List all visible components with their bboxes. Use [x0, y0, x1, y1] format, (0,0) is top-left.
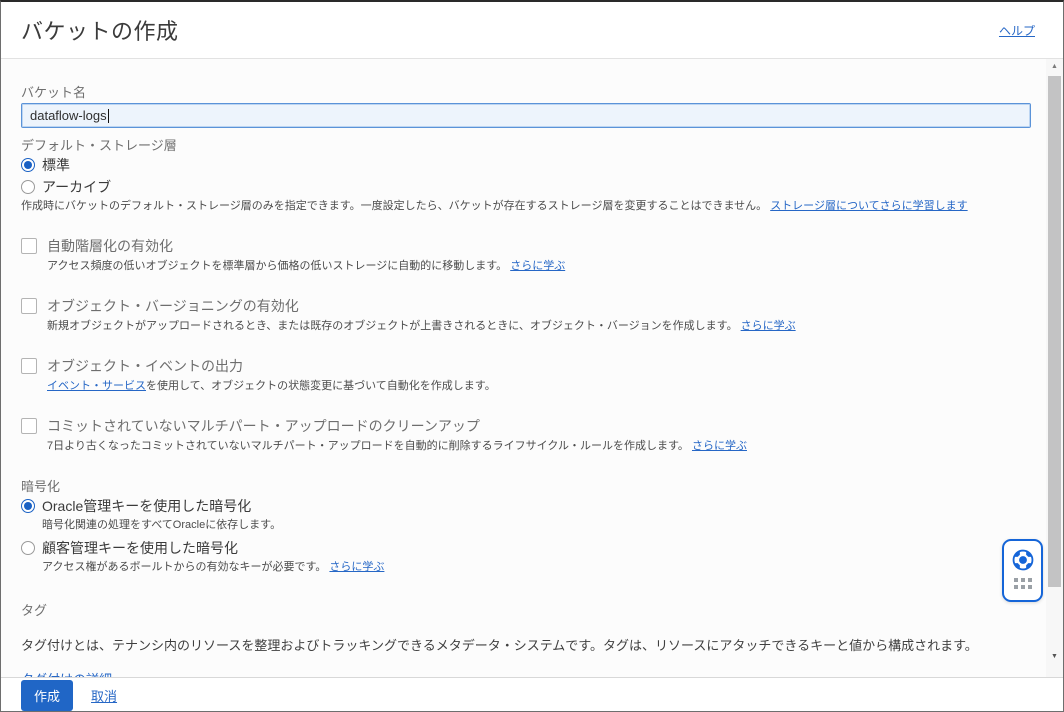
dialog-footer: 作成 取消	[1, 678, 1063, 712]
radio-unselected-icon	[21, 180, 35, 194]
customer-managed-keys-description-text: アクセス権があるボールトからの有効なキーが必要です。	[42, 561, 326, 573]
object-events-description-text: を使用して、オブジェクトの状態変更に基づいて自動化を作成します。	[146, 380, 496, 392]
auto-tiering-label: 自動階層化の有効化	[47, 236, 173, 256]
radio-standard-label: 標準	[42, 155, 70, 175]
checkbox-icon[interactable]	[21, 298, 37, 314]
tags-description: タグ付けとは、テナンシ内のリソースを整理およびトラッキングできるメタデータ・シス…	[21, 635, 1015, 654]
cancel-link[interactable]: 取消	[91, 686, 117, 705]
object-events-label: オブジェクト・イベントの出力	[47, 356, 243, 376]
radio-archive-tier[interactable]: アーカイブ	[21, 177, 1015, 197]
oracle-managed-keys-label: Oracle管理キーを使用した暗号化	[42, 496, 251, 516]
versioning-learn-link[interactable]: さらに学ぶ	[741, 320, 796, 332]
events-service-link[interactable]: イベント・サービス	[47, 380, 146, 392]
versioning-description-text: 新規オブジェクトがアップロードされるとき、または既存のオブジェクトが上書きされる…	[47, 320, 738, 332]
radio-customer-managed-keys[interactable]: 顧客管理キーを使用した暗号化	[21, 538, 1015, 558]
storage-tier-description: 作成時にバケットのデフォルト・ストレージ層のみを指定できます。一度設定したら、バ…	[21, 199, 1015, 213]
object-events-description: イベント・サービスを使用して、オブジェクトの状態変更に基づいて自動化を作成します…	[47, 379, 1015, 393]
auto-tiering-learn-link[interactable]: さらに学ぶ	[510, 260, 565, 272]
auto-tiering-checkbox-row[interactable]: 自動階層化の有効化	[21, 236, 1015, 256]
multipart-cleanup-group: コミットされていないマルチパート・アップロードのクリーンアップ 7日より古くなっ…	[21, 416, 1015, 453]
radio-oracle-managed-keys[interactable]: Oracle管理キーを使用した暗号化	[21, 496, 1015, 516]
customer-managed-keys-description: アクセス権があるボールトからの有効なキーが必要です。 さらに学ぶ	[42, 560, 1015, 574]
radio-selected-icon	[21, 158, 35, 172]
customer-managed-keys-label: 顧客管理キーを使用した暗号化	[42, 538, 238, 558]
tags-section-label: タグ	[21, 600, 1015, 619]
text-caret	[108, 109, 109, 123]
bucket-name-input[interactable]: dataflow-logs	[21, 103, 1031, 128]
bucket-name-label: バケット名	[21, 85, 1015, 100]
bucket-name-value: dataflow-logs	[30, 108, 107, 123]
storage-tier-description-text: 作成時にバケットのデフォルト・ストレージ層のみを指定できます。一度設定したら、バ…	[21, 200, 767, 212]
checkbox-icon[interactable]	[21, 238, 37, 254]
scrollbar-thumb[interactable]	[1048, 76, 1061, 587]
auto-tiering-description: アクセス頻度の低いオブジェクトを標準層から価格の低いストレージに自動的に移動しま…	[47, 259, 1015, 273]
customer-managed-keys-learn-link[interactable]: さらに学ぶ	[329, 561, 384, 573]
multipart-cleanup-checkbox-row[interactable]: コミットされていないマルチパート・アップロードのクリーンアップ	[21, 416, 1015, 436]
versioning-checkbox-row[interactable]: オブジェクト・バージョニングの有効化	[21, 296, 1015, 316]
radio-archive-label: アーカイブ	[42, 177, 111, 197]
checkbox-icon[interactable]	[21, 358, 37, 374]
auto-tiering-group: 自動階層化の有効化 アクセス頻度の低いオブジェクトを標準層から価格の低いストレー…	[21, 236, 1015, 273]
tagging-details-link[interactable]: タグ付けの詳細	[21, 669, 112, 678]
dialog-header: バケットの作成 ヘルプ	[1, 2, 1063, 59]
create-bucket-dialog: バケットの作成 ヘルプ バケット名 dataflow-logs デフォルト・スト…	[0, 0, 1064, 712]
create-button[interactable]: 作成	[21, 680, 73, 711]
dialog-body: バケット名 dataflow-logs デフォルト・ストレージ層 標準 アーカイ…	[1, 59, 1063, 678]
multipart-cleanup-description: 7日より古くなったコミットされていないマルチパート・アップロードを自動的に削除す…	[47, 439, 1015, 453]
scrollbar-up-arrow[interactable]: ▲	[1046, 63, 1063, 70]
radio-selected-icon	[21, 499, 35, 513]
versioning-description: 新規オブジェクトがアップロードされるとき、または既存のオブジェクトが上書きされる…	[47, 319, 1015, 333]
support-widget[interactable]	[1002, 539, 1043, 602]
storage-tier-learn-link[interactable]: ストレージ層についてさらに学習します	[770, 200, 967, 212]
oracle-managed-keys-description: 暗号化関連の処理をすべてOracleに依存します。	[42, 518, 1015, 532]
multipart-cleanup-description-text: 7日より古くなったコミットされていないマルチパート・アップロードを自動的に削除す…	[47, 440, 689, 452]
multipart-cleanup-learn-link[interactable]: さらに学ぶ	[692, 440, 747, 452]
scrollbar[interactable]: ▲ ▼	[1046, 59, 1063, 678]
scrollbar-down-arrow[interactable]: ▼	[1046, 653, 1063, 660]
encryption-label: 暗号化	[21, 479, 1015, 494]
versioning-label: オブジェクト・バージョニングの有効化	[47, 296, 299, 316]
multipart-cleanup-label: コミットされていないマルチパート・アップロードのクリーンアップ	[47, 416, 480, 436]
help-link[interactable]: ヘルプ	[999, 22, 1035, 39]
auto-tiering-description-text: アクセス頻度の低いオブジェクトを標準層から価格の低いストレージに自動的に移動しま…	[47, 260, 507, 272]
versioning-group: オブジェクト・バージョニングの有効化 新規オブジェクトがアップロードされるとき、…	[21, 296, 1015, 333]
radio-standard-tier[interactable]: 標準	[21, 155, 1015, 175]
page-title: バケットの作成	[21, 14, 179, 46]
object-events-group: オブジェクト・イベントの出力 イベント・サービスを使用して、オブジェクトの状態変…	[21, 356, 1015, 393]
object-events-checkbox-row[interactable]: オブジェクト・イベントの出力	[21, 356, 1015, 376]
radio-unselected-icon	[21, 541, 35, 555]
checkbox-icon[interactable]	[21, 418, 37, 434]
lifebuoy-icon	[1009, 546, 1037, 574]
storage-tier-label: デフォルト・ストレージ層	[21, 138, 1015, 153]
drag-handle-dots-icon[interactable]	[1014, 578, 1032, 589]
